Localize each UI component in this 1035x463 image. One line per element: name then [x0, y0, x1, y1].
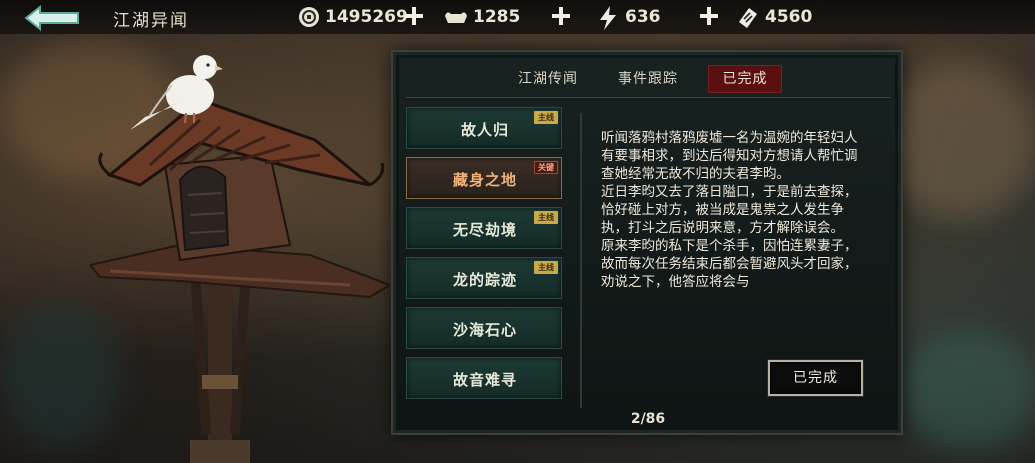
- event-item-wujin-jiejing[interactable]: 无尽劫境 主线: [406, 207, 562, 249]
- ticket-icon: [735, 6, 757, 28]
- top-bar: 江湖异闻 1495269 1285 636 4560: [0, 0, 1035, 34]
- main-quest-badge: 主线: [534, 111, 558, 124]
- pigeon-birdhouse-illustration: [88, 45, 393, 463]
- silver-ingot-icon: [443, 6, 467, 28]
- description-paragraph: 近日李昀又去了落日隘口，于是前去查探，恰好碰上对方，被当成是鬼祟之人发生争执，打…: [601, 184, 858, 236]
- completed-button[interactable]: 已完成: [768, 360, 863, 396]
- event-item-shahai-shixin[interactable]: 沙海石心: [406, 307, 562, 349]
- event-item-cangshen-zhidi[interactable]: 藏身之地 关键: [406, 157, 562, 199]
- add-energy-button[interactable]: [698, 3, 720, 29]
- tab-event-tracking[interactable]: 事件跟踪: [608, 65, 688, 93]
- silver-resource: 1285: [443, 4, 520, 30]
- add-silver-button[interactable]: [550, 3, 572, 29]
- background-blur: [880, 60, 1035, 220]
- description-paragraph: 原来李昀的私下是个杀手，因怕连累妻子，故而每次任务结束后都会暂避风头才回家，劝说…: [601, 238, 858, 290]
- key-quest-badge: 关键: [534, 161, 558, 174]
- background-blur: [900, 330, 1035, 450]
- page-counter: 2/86: [630, 411, 666, 427]
- ticket-resource: 4560: [735, 4, 812, 30]
- coin-resource: 1495269: [298, 4, 408, 30]
- event-item-label: 故音难寻: [452, 371, 517, 389]
- event-item-label: 沙海石心: [452, 321, 517, 339]
- tab-completed[interactable]: 已完成: [708, 65, 782, 93]
- lightning-icon: [598, 6, 620, 30]
- tab-divider: [406, 97, 890, 98]
- main-quest-badge: 主线: [534, 261, 558, 274]
- add-coin-button[interactable]: [403, 3, 425, 29]
- coin-icon: [298, 6, 320, 28]
- quest-panel: 江湖传闻 事件跟踪 已完成 故人归 主线 藏身之地 关键 无尽劫境 主线 龙的踪…: [393, 52, 901, 433]
- event-item-guyin-nanxun[interactable]: 故音难寻: [406, 357, 562, 399]
- tab-rumors[interactable]: 江湖传闻: [508, 65, 588, 93]
- event-item-long-de-zongji[interactable]: 龙的踪迹 主线: [406, 257, 562, 299]
- panel-divider: [580, 113, 582, 408]
- coin-value: 1495269: [325, 7, 408, 27]
- page-title: 江湖异闻: [113, 11, 189, 31]
- energy-resource: 636: [598, 4, 661, 30]
- energy-value: 636: [625, 7, 661, 27]
- event-item-guren-gui[interactable]: 故人归 主线: [406, 107, 562, 149]
- back-arrow-icon[interactable]: [24, 4, 82, 32]
- ticket-value: 4560: [765, 7, 813, 27]
- silver-value: 1285: [473, 7, 521, 27]
- event-description[interactable]: 听闻落鸦村落鸦废墟一名为温婉的年轻妇人有要事相求，到达后得知对方想请人帮忙调查她…: [601, 129, 863, 329]
- description-paragraph: 听闻落鸦村落鸦废墟一名为温婉的年轻妇人有要事相求，到达后得知对方想请人帮忙调查她…: [601, 130, 858, 182]
- main-quest-badge: 主线: [534, 211, 558, 224]
